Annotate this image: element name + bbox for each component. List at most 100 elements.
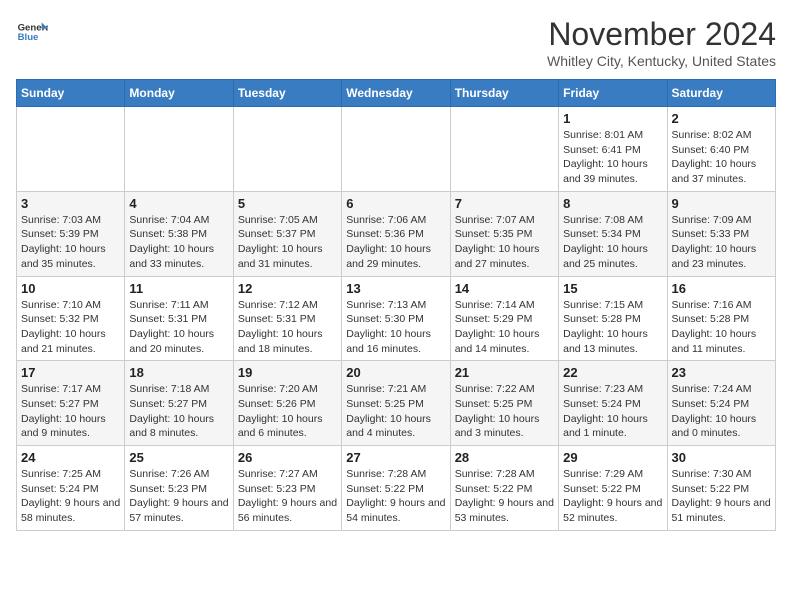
day-info: Sunrise: 7:25 AM Sunset: 5:24 PM Dayligh… bbox=[21, 467, 120, 526]
calendar-week-row: 1 Sunrise: 8:01 AM Sunset: 6:41 PM Daylig… bbox=[17, 107, 776, 192]
title-block: November 2024 Whitley City, Kentucky, Un… bbox=[547, 16, 776, 69]
day-number: 8 bbox=[563, 196, 662, 211]
day-number: 11 bbox=[129, 281, 228, 296]
day-info: Sunrise: 7:08 AM Sunset: 5:34 PM Dayligh… bbox=[563, 213, 662, 272]
weekday-header: Saturday bbox=[667, 80, 775, 107]
day-number: 1 bbox=[563, 111, 662, 126]
calendar-cell: 30Sunrise: 7:30 AM Sunset: 5:22 PM Dayli… bbox=[667, 446, 775, 531]
calendar-cell: 5Sunrise: 7:05 AM Sunset: 5:37 PM Daylig… bbox=[233, 191, 341, 276]
calendar-cell: 15Sunrise: 7:15 AM Sunset: 5:28 PM Dayli… bbox=[559, 276, 667, 361]
day-number: 20 bbox=[346, 365, 445, 380]
calendar-week-row: 24 Sunrise: 7:25 AM Sunset: 5:24 PM Dayli… bbox=[17, 446, 776, 531]
day-info: Sunrise: 7:17 AM Sunset: 5:27 PM Dayligh… bbox=[21, 382, 120, 441]
calendar-cell: 25 Sunrise: 7:26 AM Sunset: 5:23 PM Dayli… bbox=[125, 446, 233, 531]
day-number: 18 bbox=[129, 365, 228, 380]
calendar-cell: 16 Sunrise: 7:16 AM Sunset: 5:28 PM Dayli… bbox=[667, 276, 775, 361]
day-info: Sunrise: 7:04 AM Sunset: 5:38 PM Dayligh… bbox=[129, 213, 228, 272]
day-info: Sunrise: 7:10 AM Sunset: 5:32 PM Dayligh… bbox=[21, 298, 120, 357]
weekday-header: Friday bbox=[559, 80, 667, 107]
day-info: Sunrise: 8:02 AM Sunset: 6:40 PM Dayligh… bbox=[672, 128, 771, 187]
day-number: 29 bbox=[563, 450, 662, 465]
day-number: 27 bbox=[346, 450, 445, 465]
day-info: Sunrise: 7:11 AM Sunset: 5:31 PM Dayligh… bbox=[129, 298, 228, 357]
day-number: 30 bbox=[672, 450, 771, 465]
calendar-cell: 17 Sunrise: 7:17 AM Sunset: 5:27 PM Dayli… bbox=[17, 361, 125, 446]
weekday-header: Tuesday bbox=[233, 80, 341, 107]
day-number: 26 bbox=[238, 450, 337, 465]
svg-text:Blue: Blue bbox=[18, 32, 39, 43]
weekday-header: Monday bbox=[125, 80, 233, 107]
calendar-cell: 2 Sunrise: 8:02 AM Sunset: 6:40 PM Daylig… bbox=[667, 107, 775, 192]
day-info: Sunrise: 7:29 AM Sunset: 5:22 PM Dayligh… bbox=[563, 467, 662, 526]
calendar-cell: 6Sunrise: 7:06 AM Sunset: 5:36 PM Daylig… bbox=[342, 191, 450, 276]
day-number: 3 bbox=[21, 196, 120, 211]
calendar-cell bbox=[233, 107, 341, 192]
day-number: 16 bbox=[672, 281, 771, 296]
calendar-cell bbox=[17, 107, 125, 192]
day-number: 25 bbox=[129, 450, 228, 465]
calendar-cell: 28 Sunrise: 7:28 AM Sunset: 5:22 PM Dayli… bbox=[450, 446, 558, 531]
calendar-cell: 4 Sunrise: 7:04 AM Sunset: 5:38 PM Daylig… bbox=[125, 191, 233, 276]
day-info: Sunrise: 7:28 AM Sunset: 5:22 PM Dayligh… bbox=[455, 467, 554, 526]
calendar-cell bbox=[450, 107, 558, 192]
day-info: Sunrise: 7:18 AM Sunset: 5:27 PM Dayligh… bbox=[129, 382, 228, 441]
day-number: 7 bbox=[455, 196, 554, 211]
calendar-week-row: 10 Sunrise: 7:10 AM Sunset: 5:32 PM Dayli… bbox=[17, 276, 776, 361]
logo-icon: General Blue bbox=[16, 16, 48, 48]
day-number: 28 bbox=[455, 450, 554, 465]
calendar-cell: 12 Sunrise: 7:12 AM Sunset: 5:31 PM Dayli… bbox=[233, 276, 341, 361]
calendar-cell: 9Sunrise: 7:09 AM Sunset: 5:33 PM Daylig… bbox=[667, 191, 775, 276]
day-number: 23 bbox=[672, 365, 771, 380]
day-info: Sunrise: 7:24 AM Sunset: 5:24 PM Dayligh… bbox=[672, 382, 771, 441]
day-number: 19 bbox=[238, 365, 337, 380]
calendar-cell bbox=[125, 107, 233, 192]
calendar-cell: 21 Sunrise: 7:22 AM Sunset: 5:25 PM Dayli… bbox=[450, 361, 558, 446]
day-info: Sunrise: 7:15 AM Sunset: 5:28 PM Dayligh… bbox=[563, 298, 662, 357]
day-info: Sunrise: 7:22 AM Sunset: 5:25 PM Dayligh… bbox=[455, 382, 554, 441]
calendar-cell: 8 Sunrise: 7:08 AM Sunset: 5:34 PM Daylig… bbox=[559, 191, 667, 276]
day-info: Sunrise: 8:01 AM Sunset: 6:41 PM Dayligh… bbox=[563, 128, 662, 187]
calendar-cell: 20 Sunrise: 7:21 AM Sunset: 5:25 PM Dayli… bbox=[342, 361, 450, 446]
day-number: 9 bbox=[672, 196, 771, 211]
day-number: 21 bbox=[455, 365, 554, 380]
page-header: General Blue November 2024 Whitley City,… bbox=[16, 16, 776, 69]
day-number: 2 bbox=[672, 111, 771, 126]
calendar-cell: 23 Sunrise: 7:24 AM Sunset: 5:24 PM Dayli… bbox=[667, 361, 775, 446]
day-number: 13 bbox=[346, 281, 445, 296]
calendar-cell: 14Sunrise: 7:14 AM Sunset: 5:29 PM Dayli… bbox=[450, 276, 558, 361]
weekday-header: Thursday bbox=[450, 80, 558, 107]
location-subtitle: Whitley City, Kentucky, United States bbox=[547, 53, 776, 69]
day-number: 6 bbox=[346, 196, 445, 211]
day-info: Sunrise: 7:21 AM Sunset: 5:25 PM Dayligh… bbox=[346, 382, 445, 441]
day-info: Sunrise: 7:20 AM Sunset: 5:26 PM Dayligh… bbox=[238, 382, 337, 441]
day-number: 12 bbox=[238, 281, 337, 296]
day-info: Sunrise: 7:16 AM Sunset: 5:28 PM Dayligh… bbox=[672, 298, 771, 357]
calendar-cell: 10 Sunrise: 7:10 AM Sunset: 5:32 PM Dayli… bbox=[17, 276, 125, 361]
day-number: 17 bbox=[21, 365, 120, 380]
day-number: 4 bbox=[129, 196, 228, 211]
calendar-cell: 7 Sunrise: 7:07 AM Sunset: 5:35 PM Daylig… bbox=[450, 191, 558, 276]
day-info: Sunrise: 7:27 AM Sunset: 5:23 PM Dayligh… bbox=[238, 467, 337, 526]
weekday-header: Sunday bbox=[17, 80, 125, 107]
calendar-week-row: 17 Sunrise: 7:17 AM Sunset: 5:27 PM Dayli… bbox=[17, 361, 776, 446]
calendar-week-row: 3 Sunrise: 7:03 AM Sunset: 5:39 PM Daylig… bbox=[17, 191, 776, 276]
day-info: Sunrise: 7:28 AM Sunset: 5:22 PM Dayligh… bbox=[346, 467, 445, 526]
weekday-header: Wednesday bbox=[342, 80, 450, 107]
calendar-cell: 26 Sunrise: 7:27 AM Sunset: 5:23 PM Dayli… bbox=[233, 446, 341, 531]
calendar-cell bbox=[342, 107, 450, 192]
calendar-cell: 27 Sunrise: 7:28 AM Sunset: 5:22 PM Dayli… bbox=[342, 446, 450, 531]
day-info: Sunrise: 7:13 AM Sunset: 5:30 PM Dayligh… bbox=[346, 298, 445, 357]
day-info: Sunrise: 7:26 AM Sunset: 5:23 PM Dayligh… bbox=[129, 467, 228, 526]
day-info: Sunrise: 7:07 AM Sunset: 5:35 PM Dayligh… bbox=[455, 213, 554, 272]
day-info: Sunrise: 7:03 AM Sunset: 5:39 PM Dayligh… bbox=[21, 213, 120, 272]
day-number: 24 bbox=[21, 450, 120, 465]
calendar-cell: 29 Sunrise: 7:29 AM Sunset: 5:22 PM Dayli… bbox=[559, 446, 667, 531]
day-number: 5 bbox=[238, 196, 337, 211]
day-info: Sunrise: 7:23 AM Sunset: 5:24 PM Dayligh… bbox=[563, 382, 662, 441]
calendar-cell: 13 Sunrise: 7:13 AM Sunset: 5:30 PM Dayli… bbox=[342, 276, 450, 361]
day-number: 22 bbox=[563, 365, 662, 380]
calendar-cell: 11 Sunrise: 7:11 AM Sunset: 5:31 PM Dayli… bbox=[125, 276, 233, 361]
calendar-table: SundayMondayTuesdayWednesdayThursdayFrid… bbox=[16, 79, 776, 531]
day-info: Sunrise: 7:12 AM Sunset: 5:31 PM Dayligh… bbox=[238, 298, 337, 357]
day-number: 10 bbox=[21, 281, 120, 296]
